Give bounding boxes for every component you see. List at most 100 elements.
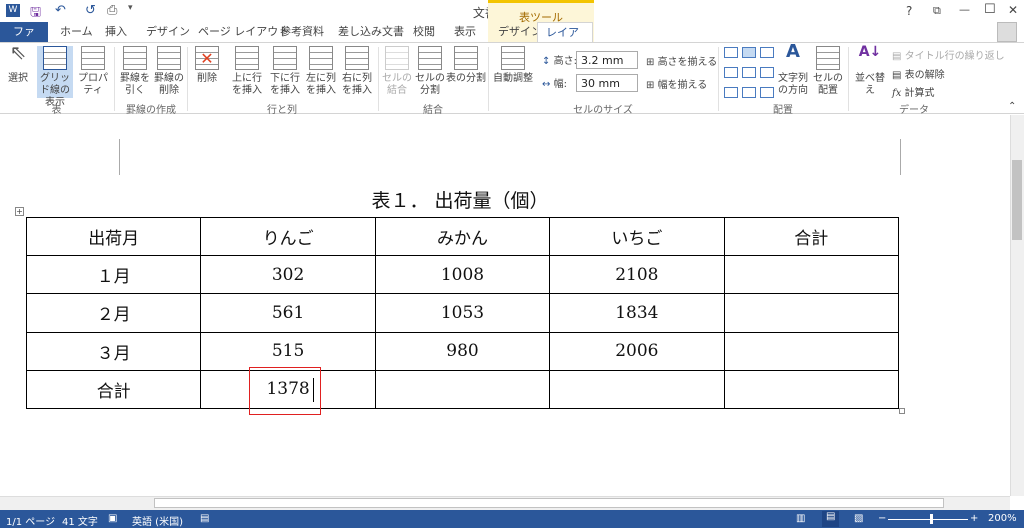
table-cell[interactable] — [374, 369, 551, 409]
table-cell[interactable]: 2108 — [549, 255, 725, 295]
group-table-label: 表 — [51, 105, 62, 116]
table-row: １月 302 1008 2108 — [25, 255, 899, 295]
table-cell[interactable]: 1834 — [549, 293, 725, 333]
page-count[interactable]: 1/1 ページ — [6, 513, 55, 528]
cell-margins-button[interactable]: セルの配置 — [812, 46, 844, 97]
split-table-button[interactable]: 表の分割 — [446, 46, 486, 85]
width-label: ↔ 幅: — [542, 79, 567, 90]
table-cell[interactable]: 2006 — [549, 331, 725, 371]
table-cell[interactable]: みかん — [374, 216, 551, 257]
table-cell[interactable]: ２月 — [25, 293, 202, 333]
tab-review[interactable]: 校閲 — [405, 22, 443, 42]
group-merge-label: 結合 — [423, 105, 443, 116]
tab-file[interactable]: ファイル — [0, 22, 48, 58]
group-data-label: データ — [899, 105, 929, 116]
table-cell[interactable]: 980 — [374, 331, 551, 371]
repeat-header-rows-button: ▤ タイトル行の繰り返し — [892, 51, 1005, 62]
sort-button[interactable]: A↓ 並べ替え — [851, 45, 889, 97]
maximize-button[interactable]: ☐ — [984, 2, 996, 17]
minimize-button[interactable]: — — [959, 3, 970, 16]
collapse-ribbon-button[interactable]: ⌃ — [1008, 101, 1016, 112]
table-cell[interactable]: 515 — [200, 331, 376, 371]
distribute-cols-button[interactable]: ⊞ 幅を揃える — [646, 76, 707, 91]
help-button[interactable]: ? — [906, 4, 912, 18]
insert-right-button[interactable]: 右に列を挿入 — [338, 46, 376, 97]
tab-mailings[interactable]: 差し込み文書 — [330, 22, 412, 42]
vertical-scroll-thumb[interactable] — [1012, 160, 1022, 240]
account-avatar[interactable] — [997, 22, 1017, 42]
table-cell[interactable] — [549, 369, 725, 409]
word-count[interactable]: 41 文字 — [62, 513, 98, 528]
text-cursor — [313, 378, 314, 402]
convert-to-text-button[interactable]: ▤ 表の解除 — [892, 66, 945, 81]
table-cell[interactable]: 出荷月 — [25, 216, 202, 257]
status-bar: 1/1 ページ 41 文字 ▣ 英語 (米国) ▤ ▥ ▤ ▧ − + 200% — [0, 510, 1024, 528]
zoom-in-button[interactable]: + — [970, 513, 978, 524]
tab-references[interactable]: 参考資料 — [272, 22, 332, 42]
table-cell[interactable] — [723, 331, 899, 371]
autofit-button[interactable]: 自動調整 — [491, 46, 535, 85]
eraser-button[interactable]: 罫線の削除 — [152, 46, 186, 97]
close-button[interactable]: ✕ — [1008, 3, 1018, 17]
insert-left-button[interactable]: 左に列を挿入 — [302, 46, 340, 97]
macro-icon[interactable]: ▤ — [200, 513, 209, 524]
zoom-slider[interactable] — [888, 519, 968, 520]
table-cell[interactable] — [723, 369, 899, 409]
alignment-grid[interactable] — [724, 47, 774, 99]
insert-below-button[interactable]: 下に行を挿入 — [266, 46, 304, 97]
table-cell[interactable]: りんご — [200, 216, 376, 257]
ribbon-display-button[interactable]: ⧉ — [933, 4, 941, 18]
table-cell[interactable]: 合計 — [723, 216, 899, 257]
insert-above-button[interactable]: 上に行を挿入 — [228, 46, 266, 97]
draw-table-button[interactable]: 罫線を引く — [118, 46, 152, 97]
highlight-box — [249, 367, 321, 415]
group-draw-label: 罫線の作成 — [126, 105, 176, 116]
select-button[interactable]: ⇖ 選択 — [4, 42, 32, 85]
tab-home[interactable]: ホーム — [52, 22, 101, 42]
zoom-level[interactable]: 200% — [988, 513, 1017, 524]
view-gridlines-button[interactable]: グリッド線の表示 — [37, 46, 73, 108]
width-input[interactable]: 30 mm — [576, 74, 638, 92]
table-row: ２月 561 1053 1834 — [25, 293, 899, 333]
table-cell[interactable]: 合計 — [25, 369, 202, 409]
tab-insert[interactable]: 挿入 — [97, 22, 135, 42]
table-row: 出荷月 りんご みかん いちご 合計 — [25, 216, 899, 257]
zoom-slider-thumb[interactable] — [930, 514, 933, 524]
proofing-icon[interactable]: ▣ — [108, 513, 117, 524]
table-resize-handle[interactable] — [899, 408, 905, 414]
table-cell[interactable] — [723, 255, 899, 295]
language[interactable]: 英語 (米国) — [132, 513, 183, 528]
table-cell[interactable]: 1053 — [374, 293, 551, 333]
tab-table-layout[interactable]: レイアウト — [537, 22, 593, 59]
print-layout-icon[interactable]: ▤ — [822, 511, 840, 527]
formula-button[interactable]: fx 計算式 — [892, 84, 935, 99]
split-cells-button[interactable]: セルの分割 — [414, 46, 446, 97]
table-cell[interactable]: １月 — [25, 255, 202, 295]
text-direction-button[interactable]: A 文字列の方向 — [774, 43, 812, 97]
web-layout-icon[interactable]: ▧ — [854, 513, 863, 524]
shipment-table: 出荷月 りんご みかん いちご 合計 １月 302 1008 2108 ２月 561 1053 1834… — [25, 216, 899, 409]
table-cell[interactable]: 561 — [200, 293, 376, 333]
table-cell[interactable]: いちご — [549, 216, 725, 257]
table-cell[interactable] — [723, 293, 899, 333]
table-cell[interactable]: 1008 — [374, 255, 551, 295]
tab-view[interactable]: 表示 — [446, 22, 484, 42]
read-mode-icon[interactable]: ▥ — [796, 513, 805, 524]
delete-button[interactable]: ✕ 削除 — [190, 46, 224, 85]
group-cell-size-label: セルのサイズ — [573, 105, 633, 116]
table-move-handle[interactable]: + — [15, 207, 24, 216]
height-input[interactable]: 3.2 mm — [576, 51, 638, 69]
distribute-rows-button[interactable]: ⊞ 高さを揃える — [646, 53, 717, 68]
horizontal-scroll-thumb[interactable] — [154, 498, 944, 508]
table-cell[interactable]: ３月 — [25, 331, 202, 371]
tab-design[interactable]: デザイン — [138, 22, 198, 42]
zoom-out-button[interactable]: − — [878, 513, 886, 524]
group-alignment-label: 配置 — [773, 105, 793, 116]
properties-button[interactable]: プロパティ — [75, 46, 111, 97]
table-cell[interactable]: 302 — [200, 255, 376, 295]
row-height-icon: ↕ — [542, 56, 551, 67]
table-row: 合計 1378 — [25, 369, 899, 409]
col-width-icon: ↔ — [542, 79, 551, 90]
table-row: ３月 515 980 2006 — [25, 331, 899, 371]
margin-mark — [900, 139, 912, 175]
